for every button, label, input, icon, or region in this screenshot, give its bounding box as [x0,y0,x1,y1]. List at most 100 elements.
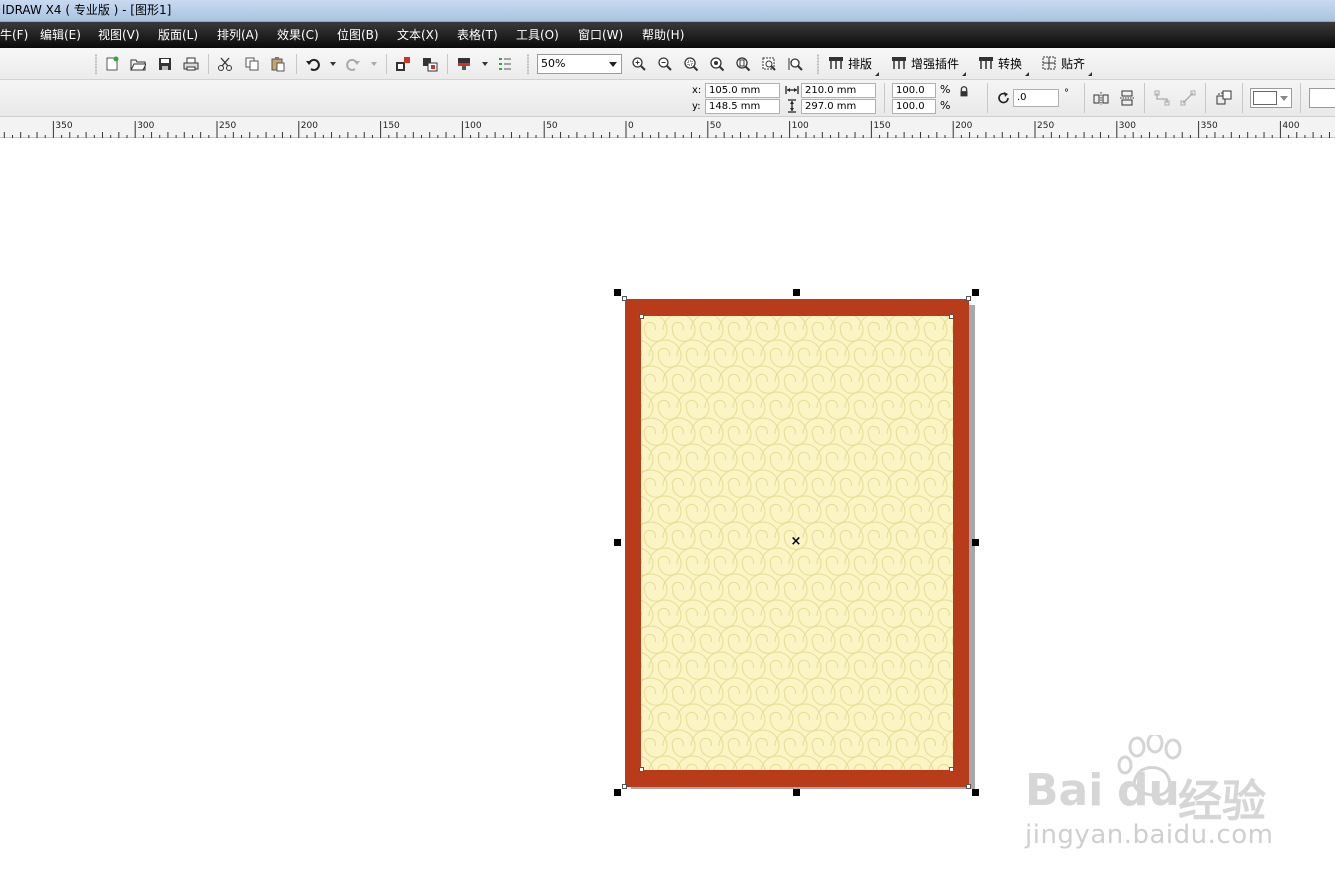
scale-width-field[interactable]: 100.0 [892,83,936,98]
y-position-field[interactable]: 148.5 mm [705,99,780,114]
menu-text[interactable]: 文本(X) [397,22,439,48]
undo-dropdown-icon[interactable] [330,62,336,66]
node-marker[interactable] [622,296,627,301]
swirl-motif [914,729,948,758]
save-icon[interactable] [156,55,174,73]
swirl-motif [802,677,836,706]
zoom-in-icon[interactable] [630,55,648,73]
node-marker[interactable] [966,296,971,301]
selection-handle-bottom[interactable] [793,789,800,796]
menu-window[interactable]: 窗口(W) [578,22,623,48]
rotation-center-icon[interactable]: × [790,535,802,548]
menu-table[interactable]: 表格(T) [457,22,498,48]
lock-ratio-icon[interactable] [957,85,971,99]
swirl-motif [830,417,864,446]
swirl-motif [900,547,934,576]
options-icon[interactable] [496,55,514,73]
fill-color-dropdown[interactable] [1309,88,1335,108]
ruler-ticks: 350 300 250 200 150 100 50 0 50 100 150 200 250 300 35… [3,121,1330,138]
convert-button[interactable]: 转换 [978,54,1030,76]
node-marker[interactable] [622,784,627,789]
node-marker[interactable] [639,767,644,772]
toolbar-grip[interactable] [817,54,819,74]
zoom-page-icon[interactable] [734,55,752,73]
selection-handle-bottom-left[interactable] [614,789,621,796]
propbar-separator [884,83,885,113]
menu-effects[interactable]: 效果(C) [277,22,319,48]
transform-icon[interactable] [1214,88,1234,108]
open-folder-icon[interactable] [129,55,147,73]
y-position-value: 148.5 mm [709,101,761,112]
propbar-separator [1205,83,1206,113]
swirl-motif [746,625,780,654]
zoom-selected-icon[interactable] [682,55,700,73]
redo-dropdown-icon[interactable] [371,62,377,66]
swirl-motif [662,417,696,446]
scale-width-value: 100.0 [896,85,925,96]
menu-layout[interactable]: 版面(L) [158,22,198,48]
plugin-button[interactable]: 增强插件 [891,54,967,76]
mirror-vertical-icon[interactable] [1118,89,1136,107]
node-marker[interactable] [639,314,644,319]
snap-button[interactable]: 贴齐 [1041,54,1093,76]
horizontal-ruler[interactable]: 350 300 250 200 150 100 50 0 50 100 150 200 250 300 35… [0,117,1335,138]
swirl-motif [830,469,864,498]
cut-icon[interactable] [216,55,234,73]
undo-icon[interactable] [304,55,322,73]
swirl-motif [746,573,780,602]
menu-help[interactable]: 帮助(H) [642,22,684,48]
node-marker[interactable] [949,314,954,319]
title-bar: lDRAW X4 ( 专业版 ) - [图形1] [0,0,1335,22]
menu-edit[interactable]: 编辑(E) [40,22,81,48]
mirror-horizontal-icon[interactable] [1092,89,1110,107]
straight-line-icon[interactable] [1179,89,1197,107]
zoom-page-height-icon[interactable] [786,55,804,73]
swirl-motif [886,573,920,602]
selection-handle-top-left[interactable] [614,289,621,296]
chevron-down-icon [609,62,617,67]
swirl-motif [676,599,710,628]
swirl-motif [914,677,948,706]
toolbar-grip[interactable] [95,54,97,74]
redo-icon[interactable] [344,55,362,73]
export-icon[interactable] [421,55,439,73]
selection-handle-left[interactable] [614,539,621,546]
connector-icon[interactable] [1153,89,1171,107]
zoom-all-icon[interactable] [708,55,726,73]
layout-button[interactable]: 排版 [828,54,880,76]
height-field[interactable]: 297.0 mm [801,99,876,114]
y-label: y: [692,101,701,112]
plugin-icon [892,57,906,69]
application-launcher-icon[interactable] [455,55,473,73]
swirl-motif [718,417,752,446]
zoom-page-width-icon[interactable] [760,55,778,73]
menu-tools[interactable]: 工具(O) [516,22,559,48]
zoom-out-icon[interactable] [656,55,674,73]
swirl-motif [914,573,948,602]
scale-height-field[interactable]: 100.0 [892,99,936,114]
width-field[interactable]: 210.0 mm [801,83,876,98]
import-icon[interactable] [394,55,412,73]
copy-icon[interactable] [243,55,261,73]
node-marker[interactable] [949,767,954,772]
menu-view[interactable]: 视图(V) [98,22,140,48]
outline-width-dropdown[interactable] [1250,88,1292,108]
zoom-level-dropdown[interactable]: 50% [537,54,622,74]
selection-handle-right[interactable] [972,539,979,546]
print-icon[interactable] [182,55,200,73]
selection-handle-top[interactable] [793,289,800,296]
propbar-separator [1144,83,1145,113]
node-marker[interactable] [966,784,971,789]
selection-handle-bottom-right[interactable] [972,789,979,796]
launcher-dropdown-icon[interactable] [482,62,488,66]
menu-arrange[interactable]: 排列(A) [217,22,259,48]
paste-icon[interactable] [269,55,287,73]
rotation-angle-field[interactable]: .0 [1013,89,1059,107]
menu-file[interactable]: 牛(F) [0,22,28,48]
swirl-motif [662,316,696,342]
x-position-field[interactable]: 105.0 mm [705,83,780,98]
selection-handle-top-right[interactable] [972,289,979,296]
toolbar-grip[interactable] [527,54,529,74]
new-document-icon[interactable] [103,55,121,73]
menu-bitmaps[interactable]: 位图(B) [337,22,379,48]
